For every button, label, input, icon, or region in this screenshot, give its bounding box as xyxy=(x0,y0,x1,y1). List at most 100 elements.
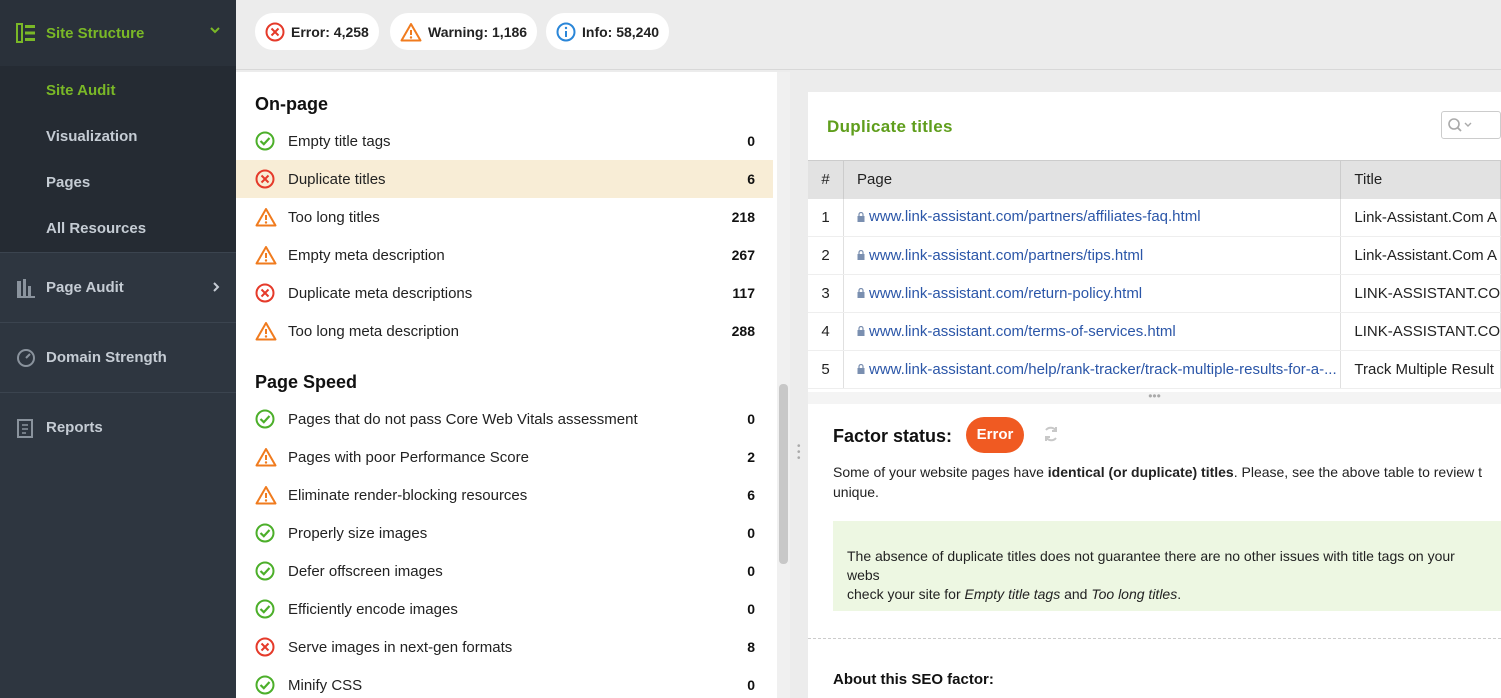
factor-name: Properly size images xyxy=(288,524,428,542)
refresh-icon[interactable] xyxy=(1042,425,1060,443)
factor-count: 288 xyxy=(731,323,755,339)
factor-row[interactable]: Duplicate titles 6 xyxy=(236,160,773,198)
section-on-page: On-page xyxy=(255,94,329,114)
info-badge[interactable]: Info: 58,240 xyxy=(546,13,670,50)
page-url-cell[interactable]: www.link-assistant.com/terms-of-services… xyxy=(843,312,1342,351)
factor-name: Too long meta description xyxy=(288,322,459,340)
page-url[interactable]: www.link-assistant.com/return-policy.htm… xyxy=(869,285,1142,302)
factor-count: 0 xyxy=(747,677,755,693)
lock-icon xyxy=(857,247,865,264)
sidebar-item-reports[interactable]: Reports xyxy=(0,392,236,462)
tip-link-too-long[interactable]: Too long titles xyxy=(1091,586,1177,602)
page-url[interactable]: www.link-assistant.com/help/rank-tracker… xyxy=(869,361,1337,378)
warning-icon xyxy=(255,447,277,472)
sidebar-item-pages[interactable]: Pages xyxy=(46,174,90,191)
site-structure-header[interactable]: Site Structure xyxy=(0,0,236,66)
page-audit-label: Page Audit xyxy=(46,279,124,296)
desc-text-2: . Please, see the above table to review … xyxy=(1233,464,1482,480)
tip-link-empty-title[interactable]: Empty title tags xyxy=(965,586,1061,602)
row-number: 5 xyxy=(808,350,845,389)
factor-name: Pages that do not pass Core Web Vitals a… xyxy=(288,410,638,428)
table-row[interactable]: 4 www.link-assistant.com/terms-of-service… xyxy=(808,312,1501,351)
chevron-right-icon xyxy=(213,282,220,292)
tip-text-3: and xyxy=(1060,586,1092,602)
lock-icon xyxy=(857,361,865,378)
error-badge[interactable]: Error: 4,258 xyxy=(255,13,379,50)
info-icon xyxy=(556,22,576,41)
sidebar-item-all-resources[interactable]: All Resources xyxy=(46,220,146,237)
check-circle-icon xyxy=(255,675,275,698)
table-row[interactable]: 1 www.link-assistant.com/partners/affilia… xyxy=(808,198,1501,237)
desc-text: Some of your website pages have xyxy=(833,464,1048,480)
table-search[interactable] xyxy=(1441,111,1501,139)
col-number[interactable]: # xyxy=(808,160,845,199)
search-icon xyxy=(1448,118,1472,132)
page-title-cell: LINK-ASSISTANT.CO xyxy=(1340,312,1501,351)
page-audit-icon xyxy=(17,278,35,298)
gauge-icon xyxy=(17,348,35,367)
sidebar-item-site-audit[interactable]: Site Audit xyxy=(46,82,115,99)
error-icon xyxy=(255,169,275,194)
sidebar-item-page-audit[interactable]: Page Audit xyxy=(0,252,236,322)
factor-row[interactable]: Minify CSS 0 xyxy=(236,666,773,698)
page-url[interactable]: www.link-assistant.com/partners/tips.htm… xyxy=(869,247,1143,264)
factor-row[interactable]: Duplicate meta descriptions 117 xyxy=(236,274,773,312)
sidebar-item-domain-strength[interactable]: Domain Strength xyxy=(0,322,236,392)
page-url-cell[interactable]: www.link-assistant.com/partners/tips.htm… xyxy=(843,236,1342,275)
factor-row[interactable]: Pages with poor Performance Score 2 xyxy=(236,438,773,476)
check-circle-icon xyxy=(255,409,275,434)
table-row[interactable]: 3 www.link-assistant.com/return-policy.ht… xyxy=(808,274,1501,313)
factor-row[interactable]: Pages that do not pass Core Web Vitals a… xyxy=(236,400,773,438)
factor-count: 8 xyxy=(747,639,755,655)
error-count: Error: 4,258 xyxy=(291,23,369,40)
splitter-grip-icon: • • • xyxy=(797,441,801,464)
factor-row[interactable]: Too long meta description 288 xyxy=(236,312,773,350)
page-url[interactable]: www.link-assistant.com/terms-of-services… xyxy=(869,323,1176,340)
check-circle-icon xyxy=(255,561,275,586)
pane-splitter[interactable]: • • • xyxy=(790,72,808,698)
factor-name: Minify CSS xyxy=(288,676,363,694)
section-divider xyxy=(808,638,1501,639)
factor-name: Duplicate titles xyxy=(288,170,386,188)
factor-name: Empty title tags xyxy=(288,132,391,150)
factor-count: 218 xyxy=(731,209,755,225)
factor-count: 6 xyxy=(747,487,755,503)
table-row[interactable]: 5 www.link-assistant.com/help/rank-tracke… xyxy=(808,350,1501,389)
factor-row[interactable]: Properly size images 0 xyxy=(236,514,773,552)
page-url-cell[interactable]: www.link-assistant.com/help/rank-tracker… xyxy=(843,350,1342,389)
page-url[interactable]: www.link-assistant.com/partners/affiliat… xyxy=(869,208,1201,225)
col-page[interactable]: Page xyxy=(843,160,1342,199)
page-url-cell[interactable]: www.link-assistant.com/return-policy.htm… xyxy=(843,274,1342,313)
warning-badge[interactable]: Warning: 1,186 xyxy=(390,13,538,50)
factor-count: 6 xyxy=(747,171,755,187)
factor-row[interactable]: Serve images in next-gen formats 8 xyxy=(236,628,773,666)
factor-row[interactable]: Defer offscreen images 0 xyxy=(236,552,773,590)
sidebar: Site Structure Site Audit Visualization … xyxy=(0,0,236,698)
factor-name: Serve images in next-gen formats xyxy=(288,638,513,656)
factor-list-scrollbar[interactable] xyxy=(777,72,790,698)
section-page-speed: Page Speed xyxy=(255,372,358,392)
factor-row[interactable]: Too long titles 218 xyxy=(236,198,773,236)
factor-row[interactable]: Empty title tags 0 xyxy=(236,122,773,160)
row-number: 1 xyxy=(808,198,845,237)
factor-name: Eliminate render-blocking resources xyxy=(288,486,528,504)
check-circle-icon xyxy=(255,523,275,548)
warning-icon xyxy=(400,22,422,41)
scrollbar-thumb[interactable] xyxy=(779,384,788,564)
page-url-cell[interactable]: www.link-assistant.com/partners/affiliat… xyxy=(843,198,1342,237)
table-header: # Page Title xyxy=(808,160,1501,199)
factor-row[interactable]: Eliminate render-blocking resources 6 xyxy=(236,476,773,514)
col-title[interactable]: Title xyxy=(1340,160,1501,199)
factor-row[interactable]: Empty meta description 267 xyxy=(236,236,773,274)
check-circle-icon xyxy=(255,131,275,156)
factor-count: 0 xyxy=(747,563,755,579)
panel-resize-handle[interactable]: ••• xyxy=(808,390,1501,404)
warning-count: Warning: 1,186 xyxy=(428,23,528,40)
factor-name: Empty meta description xyxy=(288,246,445,264)
factor-name: Defer offscreen images xyxy=(288,562,443,580)
table-row[interactable]: 2 www.link-assistant.com/partners/tips.ht… xyxy=(808,236,1501,275)
sidebar-item-visualization[interactable]: Visualization xyxy=(46,128,137,145)
factor-row[interactable]: Efficiently encode images 0 xyxy=(236,590,773,628)
warning-icon xyxy=(255,207,277,232)
tip-text: The absence of duplicate titles does not… xyxy=(847,548,1455,583)
